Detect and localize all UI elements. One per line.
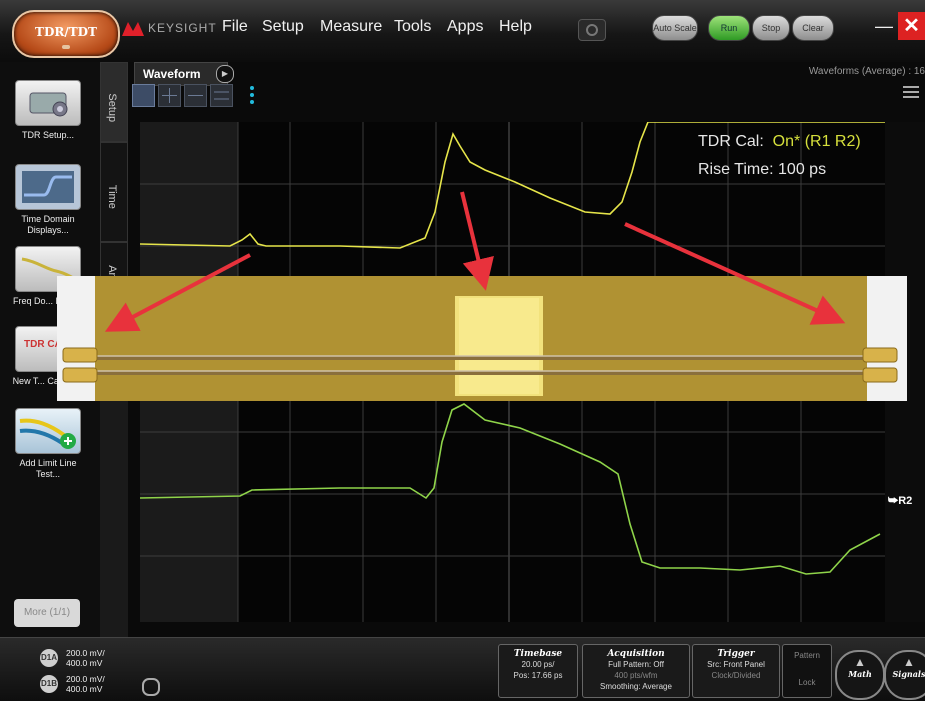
acquisition-points: 400 pts/wfm — [614, 671, 658, 680]
time-domain-displays-button[interactable]: Time Domain Displays... — [12, 164, 84, 236]
trigger-mode: Clock/Divided — [711, 671, 761, 680]
signals-label: Signals — [892, 669, 925, 679]
channel-d1b-badge: D1B — [40, 675, 58, 693]
minimize-icon[interactable]: — — [872, 16, 896, 40]
more-button[interactable]: More (1/1) — [14, 599, 80, 627]
close-icon[interactable]: ✕ — [898, 12, 925, 40]
limit-line-icon — [15, 408, 81, 454]
more-layouts-icon[interactable] — [250, 86, 254, 107]
timebase-position: Pos: 17.66 ps — [513, 671, 563, 680]
trigger-source: Src: Front Panel — [707, 660, 765, 669]
bottom-bar: D1A 200.0 mV/ 400.0 mV D1B 200.0 mV/ 400… — [0, 637, 925, 701]
time-domain-label: Time Domain Displays... — [21, 214, 75, 235]
run-button[interactable]: Run — [708, 15, 750, 41]
app-mode-label: TDR/TDT — [35, 25, 97, 39]
menu-icon[interactable] — [903, 86, 919, 100]
pcb-photo-overlay — [57, 276, 907, 401]
math-label: Math — [848, 669, 872, 679]
layout-tabbed-icon[interactable] — [210, 84, 233, 107]
layout-stacked-icon[interactable] — [184, 84, 207, 107]
channel-d1b-offset: 400.0 mV — [66, 684, 103, 694]
gear-icon[interactable] — [142, 678, 160, 696]
menu-measure[interactable]: Measure — [320, 18, 382, 36]
channel-d1b[interactable]: D1B 200.0 mV/ 400.0 mV — [36, 672, 136, 698]
r2-marker[interactable]: ⮩R2 — [888, 495, 912, 508]
menu-apps[interactable]: Apps — [447, 18, 483, 36]
r2-marker-label: R2 — [898, 495, 913, 507]
menu-help[interactable]: Help — [499, 18, 532, 36]
limit-line-label: Add Limit Line Test... — [19, 458, 77, 479]
play-icon[interactable]: ▶ — [216, 65, 234, 83]
timebase-panel[interactable]: Timebase 20.00 ps/ Pos: 17.66 ps — [498, 644, 578, 698]
math-button[interactable]: ▲ Math — [835, 650, 885, 700]
rise-time-label: Rise Time: — [698, 161, 774, 178]
chevron-up-icon: ▲ — [903, 655, 915, 669]
clear-button[interactable]: Clear — [792, 15, 834, 41]
tdr-setup-button[interactable]: TDR Setup... — [12, 80, 84, 141]
waveform-tab[interactable]: Waveform — [134, 62, 228, 86]
tab-time[interactable]: Time — [100, 142, 128, 242]
pattern-title: Pattern — [794, 651, 820, 660]
trigger-panel[interactable]: Trigger Src: Front Panel Clock/Divided — [692, 644, 780, 698]
layout-single-icon[interactable] — [132, 84, 155, 107]
menu-bar: TDR/TDT KEYSIGHT File Setup Measure Tool… — [0, 0, 925, 62]
rise-time-value: 100 ps — [778, 161, 827, 178]
tdr-info-overlay: TDR Cal: On* (R1 R2) Rise Time: 100 ps — [698, 128, 861, 184]
channel-d1b-scale: 200.0 mV/ — [66, 674, 105, 684]
tdr-cal-value: On* (R1 R2) — [772, 133, 861, 150]
acquisition-panel[interactable]: Acquisition Full Pattern: Off 400 pts/wf… — [582, 644, 690, 698]
autoscale-button[interactable]: Auto Scale — [652, 15, 698, 41]
menu-tools[interactable]: Tools — [394, 18, 431, 36]
screenshot-camera-icon[interactable] — [578, 19, 606, 41]
timebase-scale: 20.00 ps/ — [521, 660, 555, 669]
brand-name: KEYSIGHT — [148, 21, 217, 35]
timebase-title: Timebase — [513, 649, 563, 659]
acquisition-title: Acquisition — [607, 649, 665, 659]
chevron-up-icon: ▲ — [854, 655, 866, 669]
trigger-title: Trigger — [717, 649, 755, 659]
channel-d1a-offset: 400.0 mV — [66, 658, 103, 668]
tab-setup-label: Setup — [106, 93, 118, 123]
menu-setup[interactable]: Setup — [262, 18, 304, 36]
keysight-logo-icon — [122, 22, 144, 36]
acquisition-smoothing: Smoothing: Average — [600, 682, 672, 691]
app-mode-indicator — [62, 45, 70, 49]
channel-d1a-scale: 200.0 mV/ — [66, 648, 105, 658]
add-limit-line-test-button[interactable]: Add Limit Line Test... — [12, 408, 84, 480]
app-mode-button[interactable]: TDR/TDT — [12, 10, 120, 58]
tdr-setup-icon — [15, 80, 81, 126]
waveform-status: Waveforms (Average) : 16 — [808, 66, 925, 77]
waveform-tab-label: Waveform — [143, 67, 201, 81]
tab-setup[interactable]: Setup — [100, 62, 128, 142]
signals-button[interactable]: ▲ Signals — [884, 650, 925, 700]
time-domain-icon — [15, 164, 81, 210]
pattern-lock: Lock — [798, 678, 816, 687]
pcb-pad-highlight — [459, 298, 539, 394]
channel-d1a-badge: D1A — [40, 649, 58, 667]
pattern-panel[interactable]: Pattern Lock — [782, 644, 832, 698]
acquisition-pattern: Full Pattern: Off — [608, 660, 664, 669]
layout-quad-icon[interactable] — [158, 84, 181, 107]
tdr-setup-label: TDR Setup... — [21, 130, 75, 140]
tdr-cal-label: TDR Cal: — [698, 133, 764, 150]
tab-time-label: Time — [106, 184, 118, 209]
menu-file[interactable]: File — [222, 18, 248, 36]
stop-button[interactable]: Stop — [752, 15, 790, 41]
channel-d1a[interactable]: D1A 200.0 mV/ 400.0 mV — [36, 646, 136, 672]
